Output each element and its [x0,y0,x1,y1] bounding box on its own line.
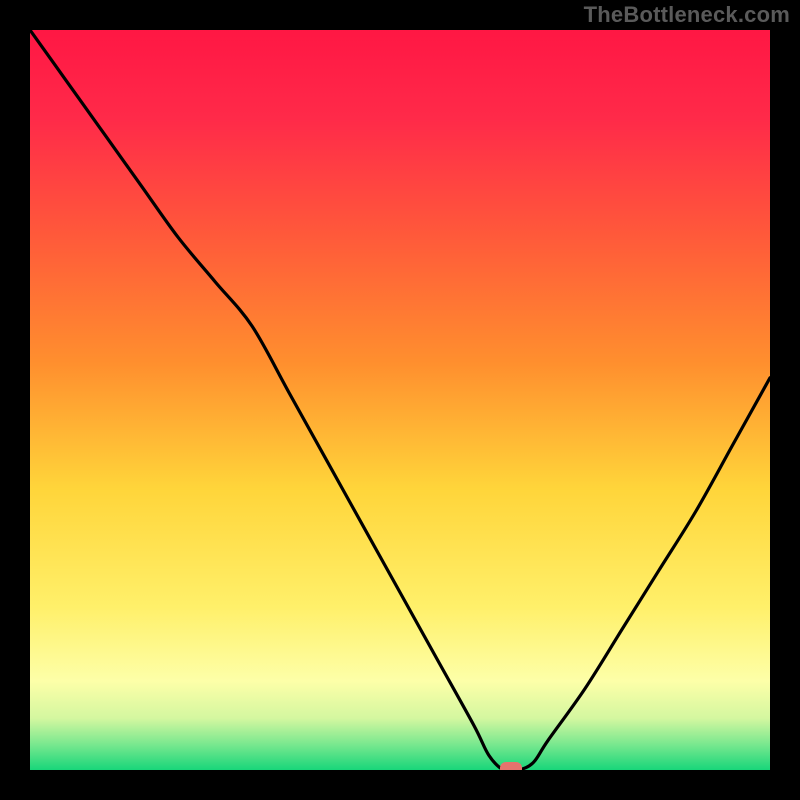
gradient-background [30,30,770,770]
chart-frame: TheBottleneck.com [0,0,800,800]
optimal-marker [500,762,522,770]
watermark-text: TheBottleneck.com [584,2,790,28]
plot-area [30,30,770,770]
bottleneck-chart [30,30,770,770]
